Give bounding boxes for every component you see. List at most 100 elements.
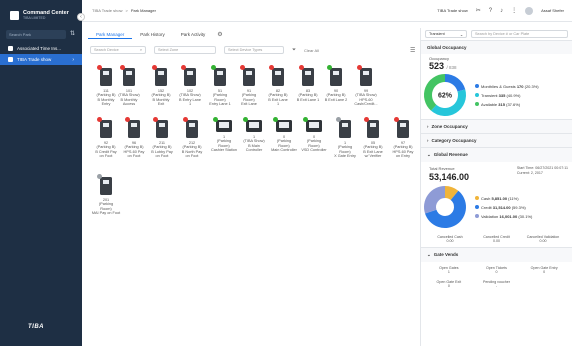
clear-all-button[interactable]: Clear All bbox=[304, 48, 319, 53]
legend-value: 5,851.00 bbox=[491, 195, 508, 201]
device-label: 1 (Parking Room) Cashier Station bbox=[208, 135, 240, 153]
main-tabs: Park Manager Park History Park Activity … bbox=[88, 30, 223, 39]
cancelled-item: Cancelled Credit 0.00 bbox=[474, 235, 520, 243]
device-search-placeholder: Search Device bbox=[94, 48, 119, 52]
legend-item: Cash 5,851.00 (11%) bbox=[475, 194, 532, 203]
device-label: 0 (Parking Room) VSD Controller bbox=[298, 135, 330, 153]
device-label-line: Entry Lane 1 bbox=[209, 102, 231, 107]
sort-icon[interactable]: ⇅ bbox=[69, 31, 76, 38]
device-card[interactable]: 51 (Parking Room) Entry Lane 1 bbox=[204, 65, 236, 107]
gear-icon[interactable]: ⚙ bbox=[217, 31, 222, 38]
sidebar-item-tiba-trade-show[interactable]: TIBA Trade show › bbox=[0, 54, 82, 65]
chevron-right-icon: › bbox=[72, 56, 74, 63]
section-gate-vends[interactable]: ⌄ Gate Vends bbox=[421, 247, 572, 262]
cancelled-item: Cancelled Cash 0.00 bbox=[427, 235, 473, 243]
device-label-line: on Foot bbox=[155, 154, 169, 159]
park-search-input[interactable]: Search Park bbox=[6, 30, 66, 39]
device-card[interactable]: 97 (Parking B) HPS-60 Pay on Entry bbox=[387, 117, 419, 159]
tab-park-manager[interactable]: Park Manager bbox=[88, 30, 133, 39]
legend-dot bbox=[475, 205, 479, 210]
apps-grid-icon[interactable]: ⋮ bbox=[511, 7, 517, 14]
terminal-device-icon bbox=[299, 65, 314, 86]
device-card[interactable]: 201 (Parking Room) MAI Pay on Foot bbox=[90, 174, 122, 216]
device-card[interactable]: 1 (TIBA Show) B Main Controller bbox=[238, 117, 270, 153]
legend-label: Cash bbox=[481, 195, 491, 201]
device-label: 91 (Parking Room) Exit Lane bbox=[233, 89, 265, 107]
controller-device-icon bbox=[303, 117, 322, 132]
tab-park-activity[interactable]: Park Activity bbox=[173, 30, 214, 39]
terminal-device-icon bbox=[364, 117, 379, 138]
device-label: 152 (Parking B) B Monthly Exit bbox=[145, 89, 177, 107]
terminal-device-icon bbox=[181, 65, 196, 86]
list-view-icon[interactable]: ☰ bbox=[410, 47, 415, 54]
terminal-device-icon bbox=[357, 65, 372, 86]
user-name[interactable]: Assaf Shefer bbox=[541, 8, 564, 13]
section-zone-occupancy[interactable]: › Zone Occupancy bbox=[421, 119, 572, 133]
occupancy-pct: 62% bbox=[438, 93, 453, 100]
device-card[interactable]: 212 (Parking B) B North Pay on Foot bbox=[176, 117, 208, 159]
site-name: TIBA Trade show bbox=[437, 8, 468, 13]
device-type-select[interactable]: Select Device Types bbox=[224, 46, 284, 54]
device-card[interactable]: 91 (Parking Room) Exit Lane bbox=[233, 65, 265, 107]
status-dot-icon bbox=[125, 117, 130, 122]
device-card[interactable]: 1 (Parking Room) Cashier Station bbox=[208, 117, 240, 153]
section-title: Global Revenue bbox=[433, 152, 468, 157]
terminal-device-icon bbox=[327, 65, 342, 86]
legend-pct: (59.3%) bbox=[511, 204, 526, 210]
device-label-line: Access bbox=[122, 102, 136, 107]
avatar[interactable] bbox=[525, 6, 534, 15]
sidebar-item-label: TIBA Trade show bbox=[17, 57, 52, 62]
top-right-controls: TIBA Trade show ✂ ? ♪ ⋮ Assaf Shefer bbox=[437, 6, 564, 15]
legend-label: Available bbox=[481, 101, 498, 107]
device-label: 1 (TIBA Show) B Main Controller bbox=[238, 135, 270, 153]
device-card[interactable]: 82 (Parking B) B Exit Lane 1 bbox=[262, 65, 294, 107]
status-dot-icon bbox=[153, 117, 158, 122]
collapse-sidebar-button[interactable]: ‹ bbox=[77, 13, 85, 21]
device-label: 51 (Parking Room) Entry Lane 1 bbox=[204, 89, 236, 107]
device-search-input[interactable]: Search Device ⌕ bbox=[90, 46, 146, 54]
gate-item: Open Gate Exit 0 bbox=[425, 280, 473, 288]
sidebar-item-associated[interactable]: Associated Time Ins... bbox=[0, 43, 82, 54]
status-dot-icon bbox=[303, 117, 308, 122]
status-dot-icon bbox=[273, 117, 278, 122]
device-card[interactable]: 152 (Parking B) B Monthly Exit bbox=[145, 65, 177, 107]
device-card[interactable]: 102 (TIBA Show) B Entry Lane 1 bbox=[174, 65, 206, 107]
tools-icon[interactable]: ✂ bbox=[476, 7, 481, 14]
filter-icon[interactable]: ⏷ bbox=[292, 47, 296, 53]
status-dot-icon bbox=[181, 65, 186, 70]
occupancy-type-select[interactable]: Transient ⌄ bbox=[425, 30, 467, 38]
zone-select[interactable]: Select Zone bbox=[154, 46, 216, 54]
cancelled-value: 0.00 bbox=[539, 239, 547, 243]
terminal-device-icon bbox=[120, 65, 135, 86]
bell-icon[interactable]: ♪ bbox=[500, 8, 503, 14]
plate-search-input[interactable]: Search by Device # or Car Plate bbox=[471, 30, 568, 38]
status-dot-icon bbox=[364, 117, 369, 122]
tab-park-history[interactable]: Park History bbox=[132, 30, 173, 39]
device-card[interactable]: 99 (TIBA Show) HPS-60 Cash/Credit... bbox=[350, 65, 382, 107]
device-card[interactable]: 90 (Parking B) B Exit Lane 2 bbox=[320, 65, 352, 102]
section-category-occupancy[interactable]: › Category Occupancy bbox=[421, 133, 572, 147]
device-card[interactable]: 101 (TIBA Show) B Monthly Access bbox=[113, 65, 145, 107]
chevron-down-icon: ⌄ bbox=[459, 33, 463, 37]
status-dot-icon bbox=[211, 65, 216, 70]
occupancy-donut: 62% bbox=[424, 74, 466, 116]
device-label: 82 (Parking B) B Exit Lane 1 bbox=[262, 89, 294, 107]
device-card[interactable]: 211 (Parking B) B Lobby Pay on Foot bbox=[146, 117, 178, 159]
device-card[interactable]: 05 (Parking B) B Exit Lane w/ Verifier bbox=[357, 117, 389, 159]
section-global-occupancy[interactable]: Global Occupancy bbox=[421, 40, 572, 54]
device-card[interactable]: 0 (Parking Room) VSD Controller bbox=[298, 117, 330, 153]
terminal-device-icon bbox=[211, 65, 226, 86]
chevron-down-icon: ⌄ bbox=[427, 152, 431, 157]
status-dot-icon bbox=[357, 65, 362, 70]
section-global-revenue[interactable]: ⌄ Global Revenue bbox=[421, 147, 572, 162]
device-label-line: Cashier Station bbox=[211, 148, 237, 153]
device-label-line: Exit Lane bbox=[241, 102, 257, 107]
legend-item: Credit 31,514.00 (59.3%) bbox=[475, 203, 532, 212]
device-card[interactable]: 0 (Parking Room) Main Controller bbox=[268, 117, 300, 153]
section-title: Gate Vends bbox=[433, 252, 459, 257]
breadcrumb-park[interactable]: TIBA Trade show bbox=[92, 8, 122, 13]
terminal-device-icon bbox=[97, 174, 112, 195]
top-bar: TIBA Trade show > Park Manager TIBA Trad… bbox=[82, 0, 572, 22]
controller-device-icon bbox=[243, 117, 262, 132]
help-icon[interactable]: ? bbox=[489, 8, 492, 14]
